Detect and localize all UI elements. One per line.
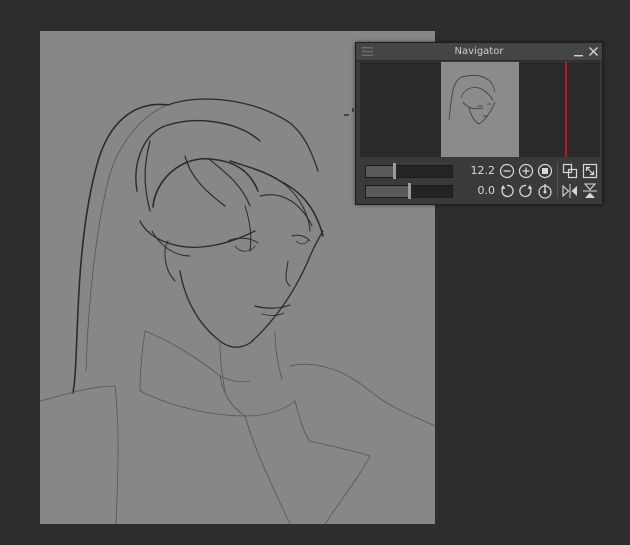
thumbnail-sketch: [448, 74, 496, 125]
navigator-title: Navigator: [454, 46, 504, 57]
zoom-slider-fill: [366, 166, 394, 177]
workspace: Navigator 12.2 0.0: [0, 0, 630, 545]
fit-to-window-icon[interactable]: [562, 163, 578, 179]
flip-vertical-icon[interactable]: [582, 183, 598, 199]
controls-separator: [557, 162, 558, 198]
zoom-in-icon[interactable]: [518, 163, 534, 179]
rotate-slider-handle[interactable]: [408, 183, 411, 199]
canvas-thumbnail[interactable]: [441, 62, 519, 157]
rotate-value[interactable]: 0.0: [467, 184, 496, 197]
navigator-preview[interactable]: [360, 62, 600, 157]
navigator-titlebar[interactable]: Navigator: [356, 43, 602, 61]
rotate-slider[interactable]: [365, 183, 453, 199]
rotate-right-icon[interactable]: [518, 183, 534, 199]
zoom-slider[interactable]: [365, 163, 453, 179]
stop-icon[interactable]: [537, 163, 553, 179]
navigator-panel[interactable]: Navigator 12.2 0.0: [355, 42, 603, 205]
flip-horizontal-icon[interactable]: [562, 183, 578, 199]
zoom-out-icon[interactable]: [499, 163, 515, 179]
zoom-slider-handle[interactable]: [393, 163, 396, 179]
minimize-icon[interactable]: [573, 45, 584, 58]
view-frame-indicator[interactable]: [565, 62, 567, 157]
reset-rotation-icon[interactable]: [537, 183, 553, 199]
rotate-left-icon[interactable]: [499, 183, 515, 199]
navigator-controls: 12.2 0.0: [360, 159, 600, 201]
expand-icon[interactable]: [582, 163, 598, 179]
rotate-slider-fill: [366, 186, 409, 197]
close-icon[interactable]: [588, 45, 599, 58]
zoom-value[interactable]: 12.2: [467, 164, 496, 177]
